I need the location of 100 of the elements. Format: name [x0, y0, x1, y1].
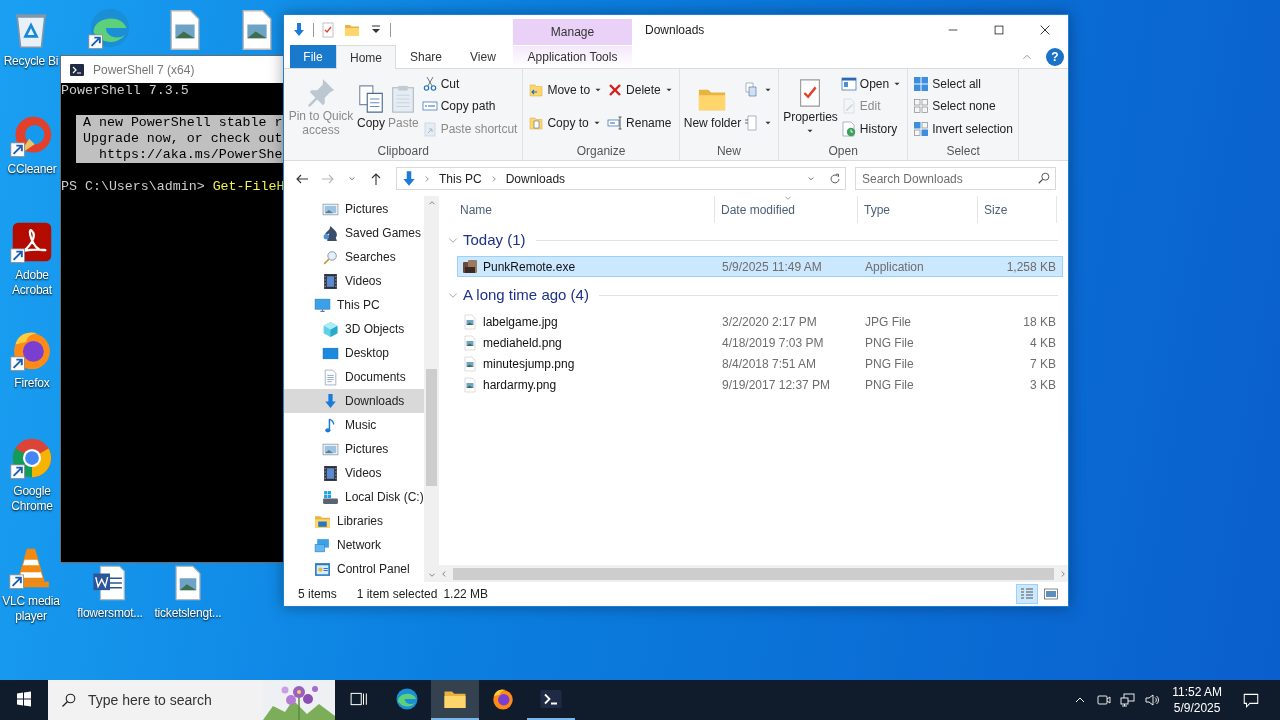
file-date: 3/2/2020 2:17 PM [721, 313, 818, 331]
console-text: PowerShell 7.3.5 [61, 83, 190, 99]
column-header[interactable]: Name [439, 196, 715, 223]
edit-icon [840, 98, 857, 115]
search-icon [61, 692, 77, 708]
maximize-icon [992, 23, 1006, 37]
film-icon [322, 272, 339, 290]
clock[interactable]: 11:52 AM 5/9/2025 [1164, 680, 1230, 720]
magnifier-icon [322, 248, 339, 266]
file-size: 3 KB [1029, 376, 1057, 394]
ribbon-button[interactable]: Properties [782, 75, 839, 138]
view-toggle[interactable] [1016, 584, 1038, 604]
search-field[interactable]: Type here to search [48, 680, 263, 720]
ribbon-group-label: Open [827, 143, 859, 160]
item-count: 5 items [298, 586, 337, 603]
breadcrumb[interactable]: This PC [436, 169, 485, 188]
file-type: Application [864, 258, 925, 276]
file-size: 18 KB [1022, 313, 1057, 331]
checklist-icon [320, 22, 336, 38]
nav-item[interactable]: Network [284, 533, 424, 557]
column-header[interactable]: Date modified [715, 196, 858, 223]
monitor-icon [314, 296, 331, 314]
ribbon-tab[interactable]: Home [336, 45, 396, 69]
nav-item[interactable]: Saved Games [284, 221, 424, 245]
browser-icon [491, 687, 515, 711]
nav-item[interactable]: Videos [284, 461, 424, 485]
ribbon-button[interactable]: History [838, 118, 905, 139]
file-name: mediaheld.png [483, 334, 562, 352]
close-icon [1038, 23, 1052, 37]
image-file-icon [462, 355, 478, 372]
ribbon-button[interactable]: Rename [605, 113, 676, 134]
ribbon-group-label: Clipboard [376, 143, 430, 160]
ribbon-tab[interactable]: File [290, 45, 336, 68]
ribbon-button[interactable]: Copy [355, 81, 387, 132]
scrollbar-thumb[interactable] [426, 369, 437, 486]
ribbon-group-label: Organize [575, 143, 627, 160]
window-title: Downloads [645, 22, 705, 39]
grid-outline-icon [913, 98, 930, 115]
ribbon-button[interactable]: New folder [682, 81, 743, 132]
console-notice: A new PowerShell stable r [76, 115, 283, 131]
nav-item[interactable]: Pictures [284, 197, 424, 221]
camera-icon [1096, 692, 1113, 708]
selection-size: 1.22 MB [443, 586, 489, 603]
file-row[interactable]: mediaheld.png 4/18/2019 7:03 PM PNG File 4 KB [457, 332, 1063, 353]
invert-grid-icon [913, 120, 930, 137]
nav-item[interactable]: Control Panel [284, 557, 424, 581]
nav-item[interactable]: Libraries [284, 509, 424, 533]
search-field[interactable]: Search Downloads [855, 167, 1056, 190]
file-row[interactable]: minutesjump.png 8/4/2018 7:51 AM PNG File 7 KB [457, 353, 1063, 374]
ribbon-button[interactable]: Delete [605, 79, 676, 100]
file-row[interactable]: PunkRemote.exe 5/9/2025 11:49 AM Application 1,258 KB [457, 256, 1063, 277]
ribbon-button[interactable]: Open [838, 74, 905, 95]
scrollbar[interactable] [424, 196, 439, 582]
notification-icon [1242, 691, 1260, 709]
contextual-tab-header: Manage [513, 19, 632, 45]
nav-item[interactable]: Videos [284, 269, 424, 293]
nav-item[interactable]: 3D Objects [284, 317, 424, 341]
file-row[interactable]: hardarmy.png 9/19/2017 12:37 PM PNG File 3 KB [457, 374, 1063, 395]
nav-item[interactable]: Local Disk (C:) [284, 485, 424, 509]
control-panel-icon [314, 560, 331, 578]
ribbon-button[interactable]: Cut [419, 74, 520, 95]
file-type: PNG File [864, 376, 915, 394]
nav-item[interactable]: This PC [284, 293, 424, 317]
group-label: Today (1) [463, 229, 526, 250]
image-file-icon [462, 334, 478, 351]
ribbon-button[interactable]: Copy to [526, 113, 606, 134]
scrollbar-thumb[interactable] [453, 567, 1054, 580]
nav-item[interactable]: Desktop [284, 341, 424, 365]
console-command: Get-FileH [212, 179, 283, 194]
nav-item[interactable]: Pictures [284, 437, 424, 461]
address-bar[interactable]: This PC Downloads [396, 167, 846, 190]
details-view-icon [1019, 586, 1035, 602]
ribbon-tab[interactable]: View [456, 45, 510, 68]
help-button[interactable]: ? [1046, 47, 1064, 66]
ribbon-tab[interactable]: Application Tools [513, 45, 632, 68]
column-header[interactable]: Type [858, 196, 978, 223]
pin-icon [306, 76, 336, 107]
file-type: PNG File [864, 355, 915, 373]
ribbon-button[interactable]: Move to [526, 79, 606, 100]
nav-item[interactable]: Documents [284, 365, 424, 389]
taskbar-app[interactable] [431, 680, 479, 720]
chess-piece-icon [322, 224, 339, 242]
scrollbar[interactable] [439, 565, 1068, 582]
ribbon-tab[interactable]: Share [396, 45, 457, 68]
image-file-icon [462, 313, 478, 330]
ribbon-button[interactable]: Select all [911, 74, 1015, 95]
terminal-icon [539, 687, 563, 711]
search-icon [1037, 171, 1051, 185]
grid-icon [913, 76, 930, 93]
nav-item[interactable]: Searches [284, 245, 424, 269]
file-row[interactable]: labelgame.jpg 3/2/2020 2:17 PM JPG File 18 KB [457, 311, 1063, 332]
breadcrumb[interactable]: Downloads [502, 169, 569, 188]
ribbon-button[interactable]: Invert selection [911, 118, 1015, 139]
nav-item[interactable]: Downloads [284, 389, 424, 413]
column-header[interactable]: Size [978, 196, 1057, 223]
application-icon [462, 258, 478, 275]
ribbon-button[interactable]: Copy path [419, 96, 520, 117]
ribbon-button[interactable]: Select none [911, 96, 1015, 117]
window-icon [840, 76, 857, 93]
nav-item[interactable]: Music [284, 413, 424, 437]
